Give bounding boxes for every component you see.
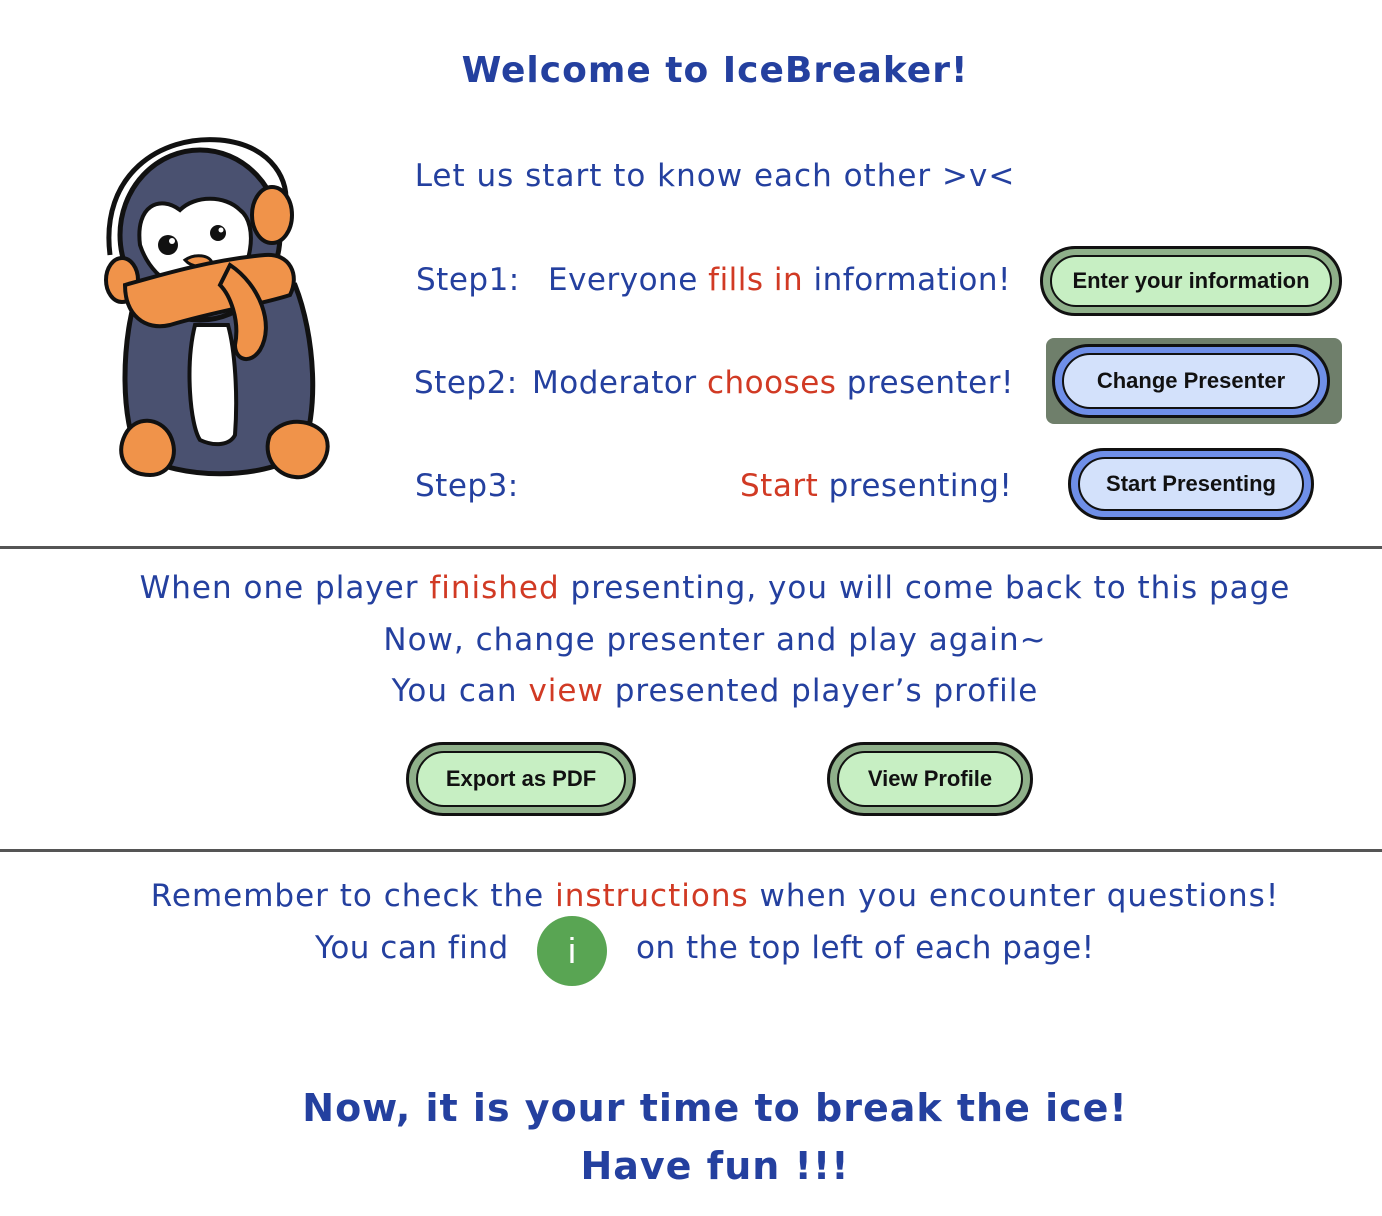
step-2-pre: Moderator — [532, 365, 697, 401]
finish-info-highlight: finished — [429, 570, 560, 606]
have-fun-heading: Have fun !!! — [580, 1144, 850, 1188]
step-2-highlight: chooses — [706, 365, 837, 401]
view-profile-highlight: view — [528, 673, 604, 709]
change-presenter-button[interactable]: Change Presenter — [1052, 344, 1330, 418]
view-profile-line: You can view presented player’s profile — [0, 673, 1382, 709]
enter-information-button[interactable]: Enter your information — [1040, 246, 1342, 316]
instructions-reminder-line: Remember to check the instructions when … — [0, 878, 1382, 914]
step-1-text: Everyone fills in information! — [548, 262, 1011, 298]
step-1-highlight: fills in — [708, 262, 804, 298]
play-again-line: Now, change presenter and play again~ — [383, 622, 1047, 658]
section-divider — [0, 849, 1382, 852]
view-profile-pre: You can — [391, 673, 518, 709]
step-3-label: Step3: — [415, 468, 519, 504]
step-1-post: information! — [813, 262, 1011, 298]
find-info-post: on the top left of each page! — [636, 930, 1095, 966]
step-1-label: Step1: — [416, 262, 520, 298]
instructions-post: when you encounter questions! — [759, 878, 1280, 914]
instructions-highlight: instructions — [555, 878, 749, 914]
change-presenter-label: Change Presenter — [1096, 368, 1286, 393]
step-3-text: Start presenting! — [740, 468, 1012, 504]
step-2-post: presenter! — [846, 365, 1014, 401]
step-3-post: presenting! — [828, 468, 1013, 504]
view-profile-button[interactable]: View Profile — [827, 742, 1033, 816]
start-presenting-button[interactable]: Start Presenting — [1068, 448, 1314, 520]
page-title: Welcome to IceBreaker! — [461, 50, 969, 91]
instructions-pre: Remember to check the — [150, 878, 545, 914]
break-ice-heading: Now, it is your time to break the ice! — [302, 1086, 1128, 1130]
finish-info-post: presenting, you will come back to this p… — [570, 570, 1291, 606]
step-3-highlight: Start — [740, 468, 819, 504]
penguin-mascot-image — [104, 137, 330, 480]
export-pdf-button[interactable]: Export as PDF — [406, 742, 636, 816]
finish-info-line: When one player finished presenting, you… — [0, 570, 1382, 606]
step-2-label: Step2: — [414, 365, 518, 401]
export-pdf-label: Export as PDF — [445, 766, 597, 791]
start-presenting-label: Start Presenting — [1106, 471, 1276, 496]
section-divider — [0, 546, 1382, 549]
finish-info-pre: When one player — [139, 570, 419, 606]
enter-information-label: Enter your information — [1072, 268, 1310, 293]
step-1-pre: Everyone — [548, 262, 698, 298]
view-profile-post: presented player’s profile — [614, 673, 1039, 709]
info-icon: i — [537, 916, 607, 986]
find-info-pre: You can find — [315, 930, 509, 966]
step-2-text: Moderator chooses presenter! — [532, 365, 1014, 401]
view-profile-label: View Profile — [867, 766, 993, 791]
